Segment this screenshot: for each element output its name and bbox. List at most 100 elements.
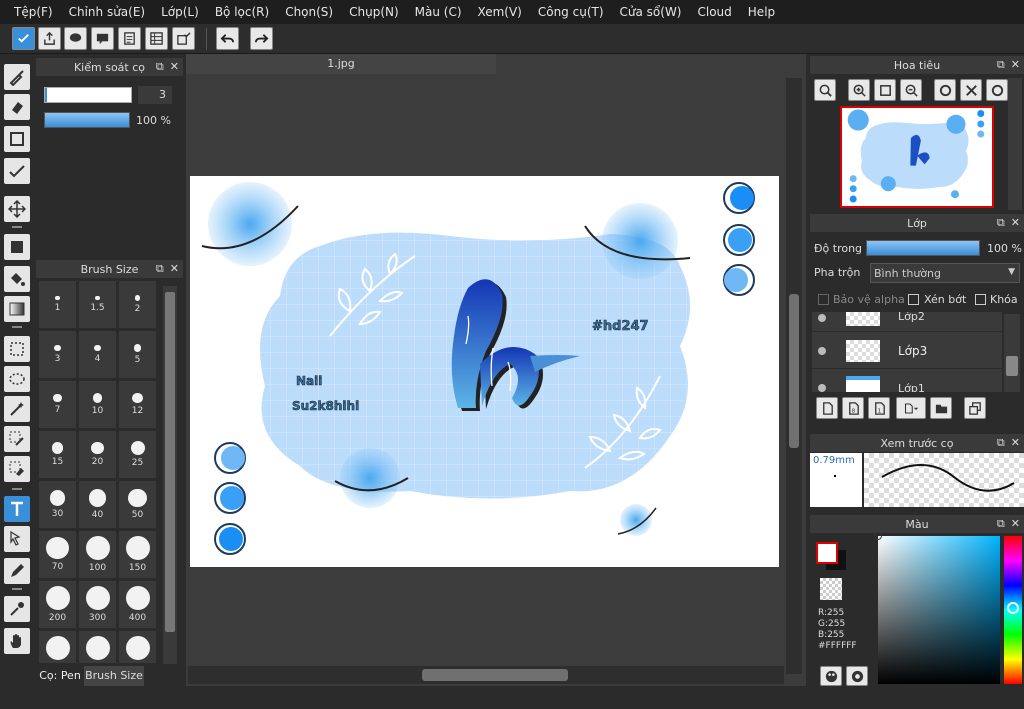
layers-list-icon[interactable] (145, 27, 168, 50)
lasso-tool-icon[interactable] (4, 366, 30, 392)
rotate-right-icon[interactable] (986, 79, 1008, 101)
popout-icon[interactable]: ⧉ (997, 436, 1005, 450)
zoom-in-icon[interactable] (848, 79, 870, 101)
size-scrollbar[interactable] (163, 286, 177, 664)
brush-size-option[interactable]: 20 (78, 430, 117, 479)
menu-view[interactable]: Xem(V) (470, 0, 530, 24)
layer-opacity-slider[interactable] (866, 240, 980, 256)
eraser-tool-icon[interactable] (4, 94, 30, 120)
close-icon[interactable]: ✕ (1011, 216, 1020, 230)
menu-capture[interactable]: Chụp(N) (341, 0, 407, 24)
blend-mode-select[interactable]: Bình thường ▼ (870, 263, 1020, 283)
navigator-scrollbar[interactable] (1008, 78, 1022, 210)
hand-tool-icon[interactable] (4, 628, 30, 654)
hue-cursor[interactable] (1007, 602, 1019, 614)
speech-bubble-icon[interactable] (64, 27, 87, 50)
scrollbar-thumb[interactable] (789, 294, 799, 448)
palette-icon[interactable] (820, 666, 842, 686)
navigator-thumbnail[interactable] (840, 106, 994, 208)
pen-tool-icon[interactable] (4, 558, 30, 584)
layer-row[interactable]: Lớp3 (812, 333, 1002, 369)
tab-pen[interactable]: Cọ: Pen (36, 666, 84, 686)
canvas-horizontal-scrollbar[interactable] (188, 666, 784, 684)
document-tab[interactable]: 1.jpg (186, 54, 496, 74)
fill-rect-tool-icon[interactable] (4, 234, 30, 260)
close-icon[interactable]: ✕ (1011, 58, 1020, 72)
document-icon[interactable] (118, 27, 141, 50)
eyedropper-tool-icon[interactable] (4, 596, 30, 622)
foreground-color-swatch[interactable] (816, 542, 838, 564)
menu-layer[interactable]: Lớp(L) (153, 0, 207, 24)
text-tool-icon[interactable] (4, 496, 30, 522)
canvas-vertical-scrollbar[interactable] (786, 78, 802, 674)
comment-icon[interactable] (91, 27, 114, 50)
rectangle-tool-icon[interactable] (4, 126, 30, 152)
brush-size-option[interactable] (78, 630, 117, 664)
new-layer-1bit-icon[interactable]: 1 (868, 397, 890, 419)
gradient-tool-icon[interactable] (4, 296, 30, 322)
brush-size-option[interactable]: 40 (78, 480, 117, 529)
grid-check-icon[interactable] (172, 27, 195, 50)
close-icon[interactable]: ✕ (1011, 517, 1020, 531)
brush-size-option[interactable]: 70 (38, 530, 77, 579)
layer-row[interactable]: Lớp2 (812, 312, 1002, 332)
brush-size-option[interactable]: 1 (38, 280, 77, 329)
menu-tools[interactable]: Công cụ(T) (530, 0, 612, 24)
brush-size-value[interactable]: 3 (138, 86, 172, 104)
brush-size-slider[interactable] (44, 87, 132, 103)
popout-icon[interactable]: ⧉ (997, 216, 1005, 230)
brush-size-option[interactable]: 5 (118, 330, 157, 379)
move-tool-icon[interactable] (4, 196, 30, 222)
protect-alpha-checkbox[interactable] (818, 294, 829, 305)
eye-icon[interactable] (818, 384, 826, 392)
brush-size-option[interactable]: 3 (38, 330, 77, 379)
close-icon[interactable]: ✕ (170, 60, 179, 74)
scrollbar-thumb[interactable] (165, 292, 175, 632)
add-layer-menu-icon[interactable] (896, 397, 926, 419)
eye-icon[interactable] (818, 347, 826, 355)
tab-brush-size[interactable]: Brush Size (84, 666, 144, 686)
brush-size-option[interactable]: 4 (78, 330, 117, 379)
brush-opacity-slider[interactable] (44, 112, 130, 128)
menu-file[interactable]: Tệp(F) (6, 0, 61, 24)
new-layer-8bit-icon[interactable]: 8 (842, 397, 864, 419)
rect-select-tool-icon[interactable] (4, 336, 30, 362)
menu-edit[interactable]: Chỉnh sửa(E) (61, 0, 154, 24)
brush-size-option[interactable] (38, 630, 77, 664)
popout-icon[interactable]: ⧉ (156, 262, 164, 276)
duplicate-layer-icon[interactable] (964, 397, 986, 419)
menu-select[interactable]: Chọn(S) (277, 0, 341, 24)
clipping-checkbox[interactable] (908, 294, 919, 305)
redo-icon[interactable] (250, 27, 273, 50)
brush-size-option[interactable]: 100 (78, 530, 117, 579)
bucket-tool-icon[interactable] (4, 266, 30, 292)
brush-size-option[interactable]: 1.5 (78, 280, 117, 329)
brush-size-option[interactable]: 200 (38, 580, 77, 629)
artboard[interactable]: #hd247 Naii Su2k8hihi (190, 176, 779, 567)
brush-size-option[interactable]: 15 (38, 430, 77, 479)
rotate-left-icon[interactable] (934, 79, 956, 101)
brush-size-option[interactable] (118, 630, 157, 664)
zoom-out-icon[interactable] (900, 79, 922, 101)
new-layer-icon[interactable] (816, 397, 838, 419)
brush-size-option[interactable]: 10 (78, 380, 117, 429)
reset-view-icon[interactable] (960, 79, 982, 101)
lock-checkbox[interactable] (975, 294, 986, 305)
scrollbar-thumb[interactable] (1006, 356, 1018, 376)
layer-row[interactable]: Lớp1 (812, 370, 1002, 392)
brush-size-option[interactable]: 2 (118, 280, 157, 329)
picker-cursor[interactable] (874, 532, 882, 540)
close-icon[interactable]: ✕ (1011, 436, 1020, 450)
zoom-fit-icon[interactable] (814, 79, 836, 101)
eye-icon[interactable] (818, 314, 826, 322)
brush-size-option[interactable]: 12 (118, 380, 157, 429)
menu-cloud[interactable]: Cloud (690, 0, 740, 24)
scrollbar-thumb[interactable] (422, 669, 568, 681)
color-wheel-icon[interactable] (846, 666, 868, 686)
fit-screen-icon[interactable] (874, 79, 896, 101)
brush-size-option[interactable]: 400 (118, 580, 157, 629)
brush-tool-icon[interactable] (4, 64, 30, 90)
check-icon[interactable] (12, 27, 35, 50)
menu-color[interactable]: Màu (C) (407, 0, 470, 24)
brush-size-option[interactable]: 300 (78, 580, 117, 629)
